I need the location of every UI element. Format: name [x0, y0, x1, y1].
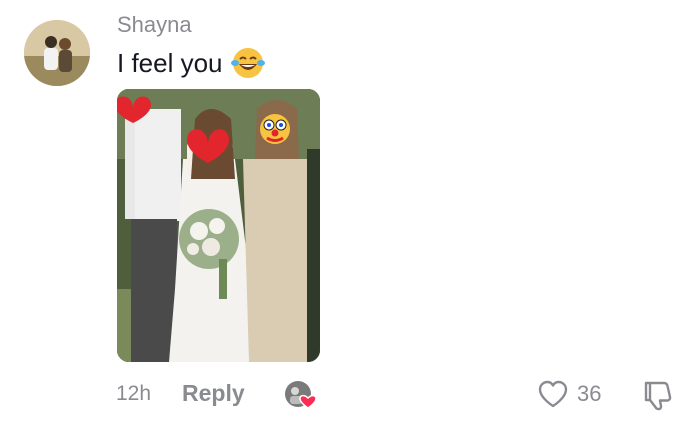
wedding-photo	[117, 89, 320, 362]
reply-button[interactable]: Reply	[182, 380, 245, 407]
comment-photo-attachment[interactable]	[117, 89, 320, 362]
avatar-photo	[24, 20, 90, 86]
heart-outline-icon	[538, 380, 568, 408]
comment-text: I feel you	[117, 47, 223, 78]
comment-text-row: I feel you	[117, 46, 265, 80]
like-count: 36	[577, 381, 602, 406]
comment-timestamp: 12h	[116, 382, 152, 405]
user-avatar[interactable]	[24, 20, 90, 86]
comment-username[interactable]: Shayna	[117, 12, 192, 38]
like-button[interactable]: 36	[537, 379, 601, 409]
dislike-button-thumbs-down-icon[interactable]	[640, 378, 674, 412]
tears-of-joy-emoji-icon	[230, 48, 265, 78]
creator-liked-badge-icon	[285, 381, 316, 409]
